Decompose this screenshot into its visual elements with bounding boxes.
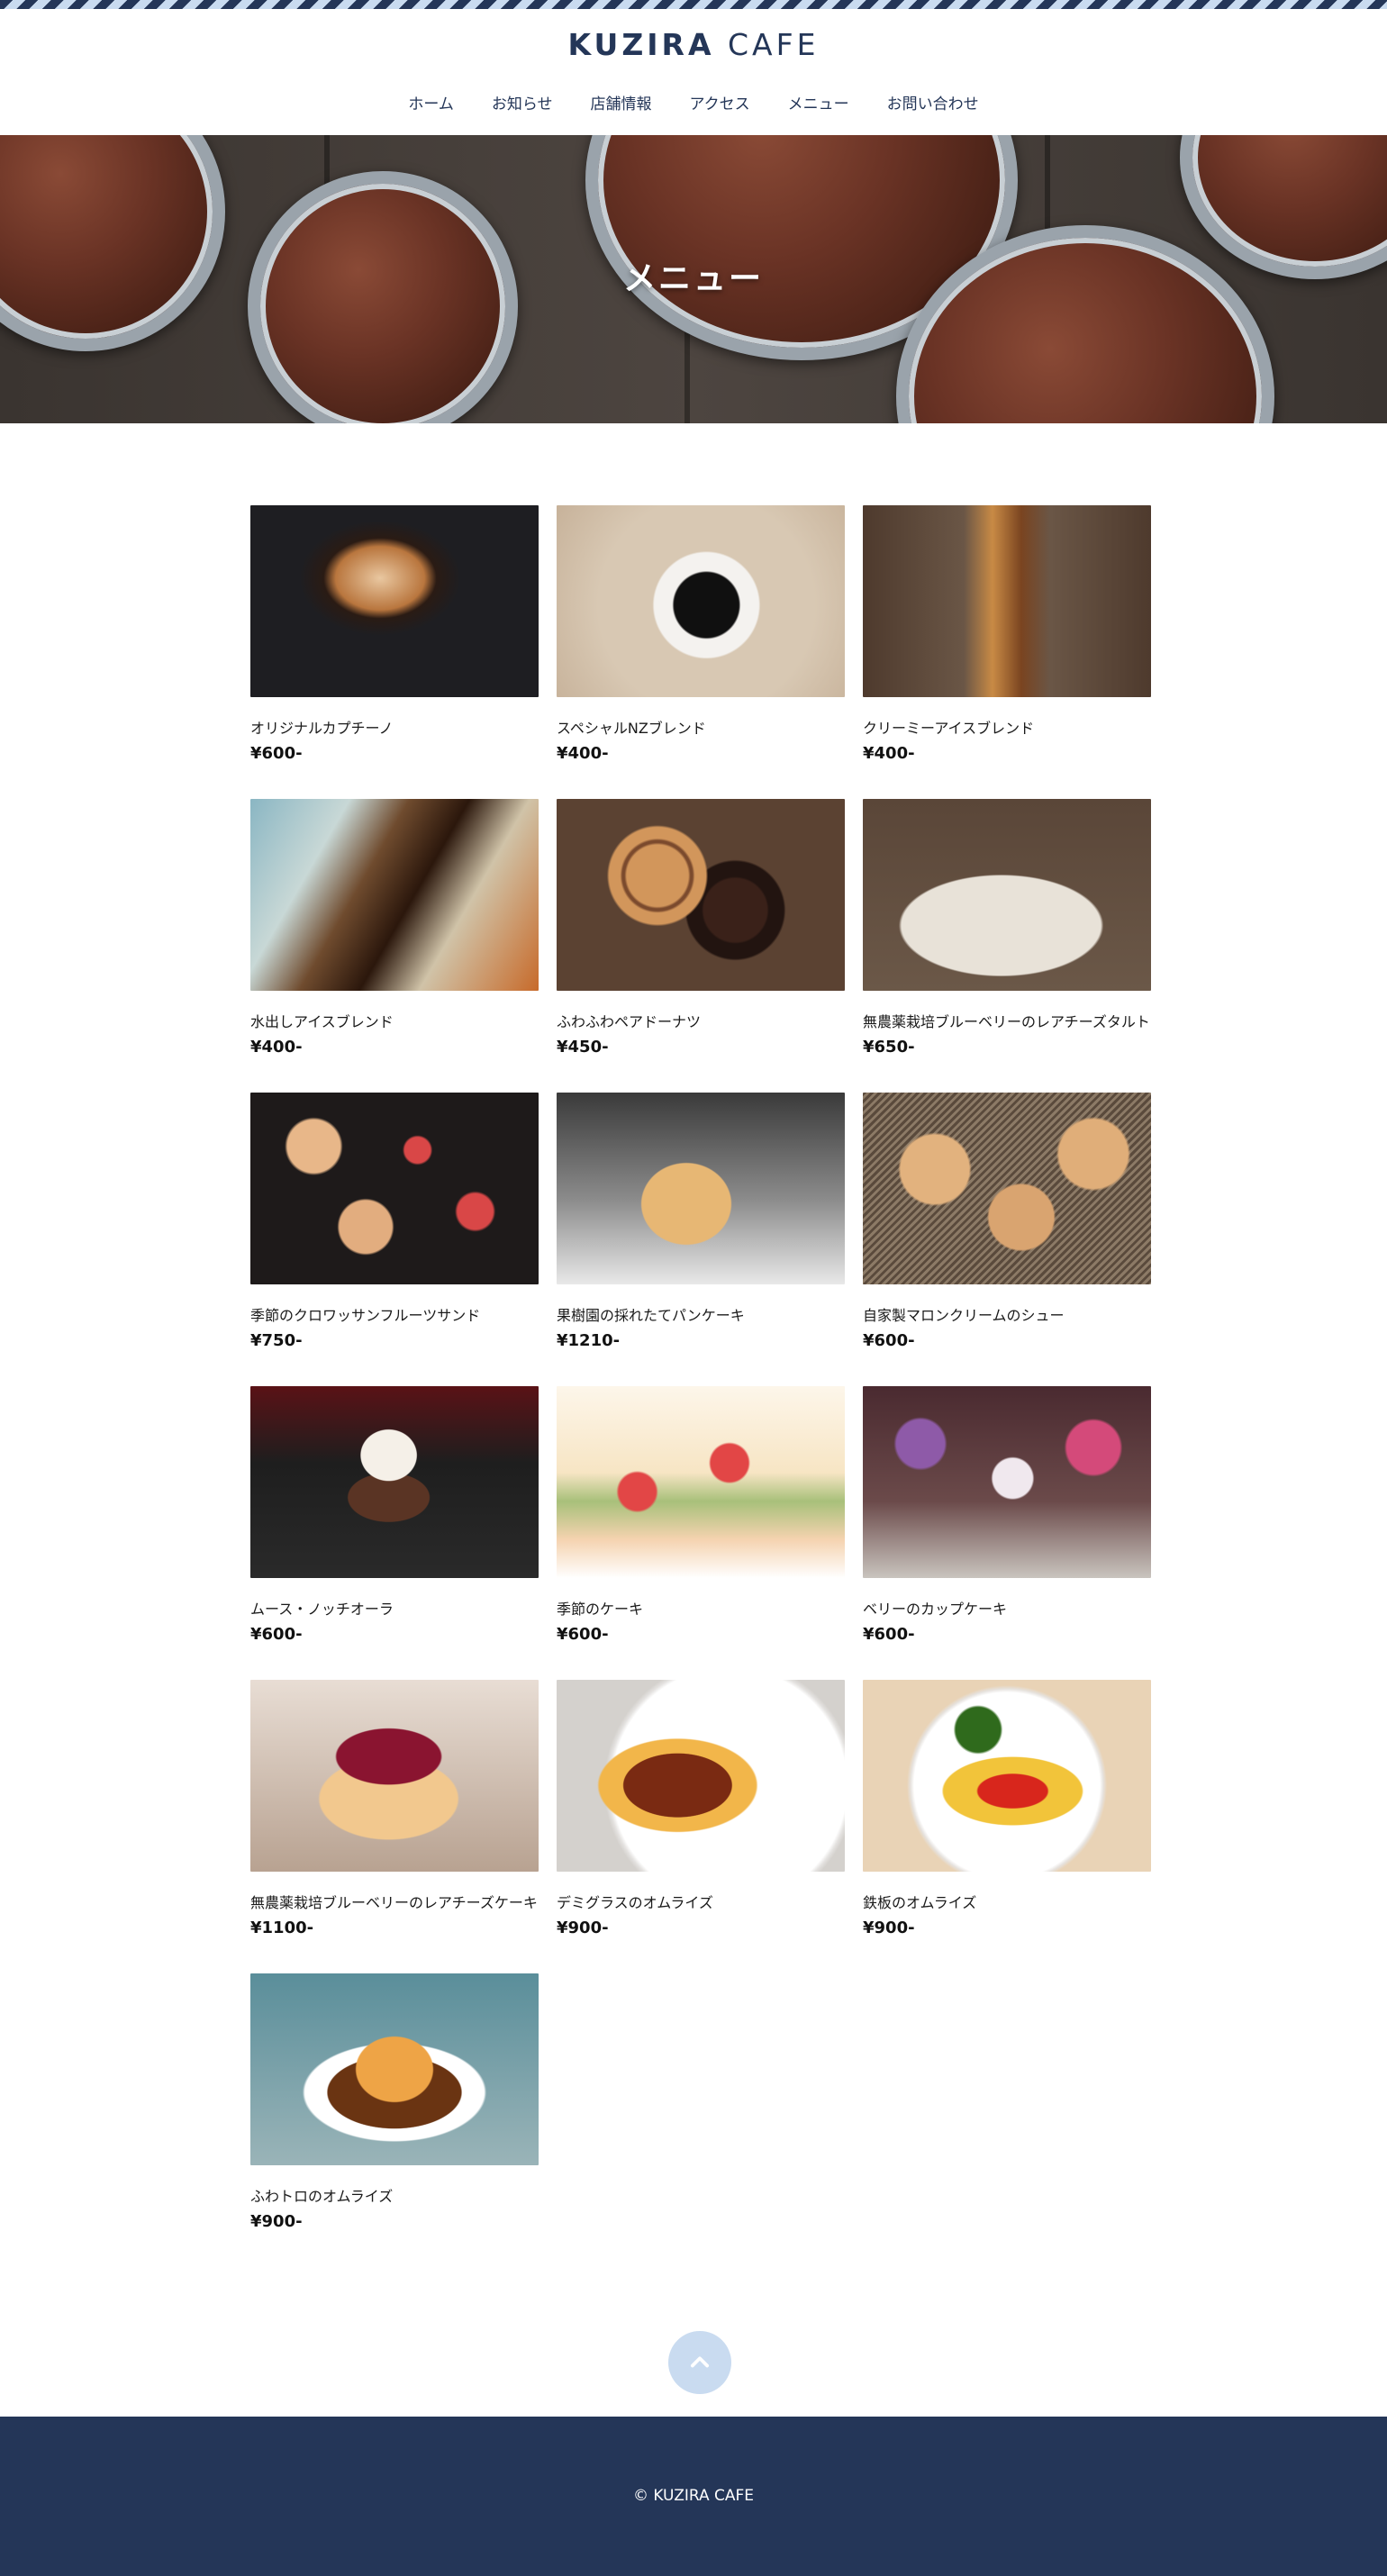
menu-item-price: ¥450- — [557, 1038, 609, 1057]
menu-item-name: 季節のケーキ — [557, 1601, 644, 1618]
back-to-top-button[interactable] — [668, 2331, 731, 2394]
menu-item-name: 無農薬栽培ブルーベリーのレアチーズタルト — [863, 1013, 1150, 1030]
nav-home[interactable]: ホーム — [389, 91, 473, 113]
menu-item-image — [863, 505, 1151, 697]
menu-item-name: ベリーのカップケーキ — [863, 1601, 1008, 1618]
menu-item-image — [863, 1386, 1151, 1578]
menu-item-image — [250, 1680, 539, 1872]
nav-news[interactable]: お知らせ — [473, 91, 572, 113]
menu-item[interactable]: 季節のケーキ ¥600- — [557, 1386, 845, 1645]
menu-item-name: 鉄板のオムライズ — [863, 1894, 977, 1911]
menu-item[interactable]: デミグラスのオムライズ ¥900- — [557, 1680, 845, 1938]
nav-contact[interactable]: お問い合わせ — [868, 91, 998, 113]
menu-item[interactable]: 水出しアイスブレンド ¥400- — [250, 799, 539, 1057]
menu-item[interactable]: 鉄板のオムライズ ¥900- — [863, 1680, 1151, 1938]
nav-access[interactable]: アクセス — [671, 91, 769, 113]
menu-item-image — [250, 1386, 539, 1578]
menu-item-price: ¥600- — [250, 1625, 303, 1644]
menu-item-price: ¥900- — [250, 2212, 303, 2231]
nav-menu[interactable]: メニュー — [769, 91, 868, 113]
menu-item[interactable]: 果樹園の採れたてパンケーキ ¥1210- — [557, 1093, 845, 1351]
menu-item-price: ¥400- — [250, 1038, 303, 1057]
chevron-up-icon — [690, 2356, 710, 2368]
menu-item-name: ふわふわペアドーナツ — [557, 1013, 702, 1030]
menu-item[interactable]: オリジナルカプチーノ ¥600- — [250, 505, 539, 764]
menu-item-name: 水出しアイスブレンド — [250, 1013, 394, 1030]
menu-item-price: ¥400- — [863, 744, 915, 763]
copyright-text: © KUZIRA CAFE — [632, 2487, 755, 2505]
menu-item-image — [557, 1093, 845, 1284]
menu-item-price: ¥600- — [250, 744, 303, 763]
menu-item[interactable]: 無農薬栽培ブルーベリーのレアチーズケーキ ¥1100- — [250, 1680, 539, 1938]
menu-item-price: ¥1100- — [250, 1918, 314, 1937]
menu-item[interactable]: 自家製マロンクリームのシュー ¥600- — [863, 1093, 1151, 1351]
menu-item-price: ¥900- — [557, 1918, 609, 1937]
logo-suffix: CAFE — [728, 27, 820, 62]
menu-item-image — [557, 1680, 845, 1872]
menu-item-image — [863, 799, 1151, 991]
menu-item-price: ¥400- — [557, 744, 609, 763]
menu-item[interactable]: 季節のクロワッサンフルーツサンド ¥750- — [250, 1093, 539, 1351]
page-title: メニュー — [622, 260, 764, 297]
logo-name: KUZIRA — [567, 27, 715, 62]
menu-item-name: オリジナルカプチーノ — [250, 720, 394, 737]
menu-item[interactable]: ふわふわペアドーナツ ¥450- — [557, 799, 845, 1057]
menu-item[interactable]: ベリーのカップケーキ ¥600- — [863, 1386, 1151, 1645]
menu-item-name: クリーミーアイスブレンド — [863, 720, 1035, 737]
menu-item-name: スペシャルNZブレンド — [557, 720, 706, 737]
menu-item[interactable]: スペシャルNZブレンド ¥400- — [557, 505, 845, 764]
menu-item-name: 季節のクロワッサンフルーツサンド — [250, 1307, 481, 1324]
menu-item-price: ¥900- — [863, 1918, 915, 1937]
menu-item-price: ¥600- — [863, 1331, 915, 1350]
menu-item-image — [557, 505, 845, 697]
menu-item-name: デミグラスのオムライズ — [557, 1894, 713, 1911]
menu-item-price: ¥600- — [863, 1625, 915, 1644]
menu-item-price: ¥1210- — [557, 1331, 621, 1350]
menu-item[interactable]: ふわトロのオムライズ ¥900- — [250, 1973, 539, 2232]
menu-item-image — [250, 1093, 539, 1284]
site-logo[interactable]: KUZIRA CAFE — [0, 27, 1387, 62]
menu-item-image — [863, 1680, 1151, 1872]
menu-item-name: 果樹園の採れたてパンケーキ — [557, 1307, 745, 1324]
menu-item-image — [250, 1973, 539, 2165]
menu-item-image — [557, 799, 845, 991]
menu-item-image — [863, 1093, 1151, 1284]
nav-store-info[interactable]: 店舗情報 — [572, 91, 671, 113]
menu-item[interactable]: ムース・ノッチオーラ ¥600- — [250, 1386, 539, 1645]
main-nav: ホーム お知らせ 店舗情報 アクセス メニュー お問い合わせ — [0, 91, 1387, 113]
menu-item-price: ¥650- — [863, 1038, 915, 1057]
menu-item-name: ムース・ノッチオーラ — [250, 1601, 394, 1618]
menu-item[interactable]: 無農薬栽培ブルーベリーのレアチーズタルト ¥650- — [863, 799, 1151, 1057]
menu-item-image — [250, 799, 539, 991]
menu-item-name: 無農薬栽培ブルーベリーのレアチーズケーキ — [250, 1894, 538, 1911]
menu-item-image — [250, 505, 539, 697]
menu-item[interactable]: クリーミーアイスブレンド ¥400- — [863, 505, 1151, 764]
menu-grid: オリジナルカプチーノ ¥600- スペシャルNZブレンド ¥400- クリーミー… — [250, 505, 1151, 2232]
top-stripe-bar — [0, 0, 1387, 9]
menu-item-image — [557, 1386, 845, 1578]
menu-item-price: ¥600- — [557, 1625, 609, 1644]
menu-item-name: 自家製マロンクリームのシュー — [863, 1307, 1065, 1324]
menu-item-price: ¥750- — [250, 1331, 303, 1350]
site-footer: © KUZIRA CAFE — [0, 2417, 1387, 2576]
menu-item-name: ふわトロのオムライズ — [250, 2188, 394, 2205]
